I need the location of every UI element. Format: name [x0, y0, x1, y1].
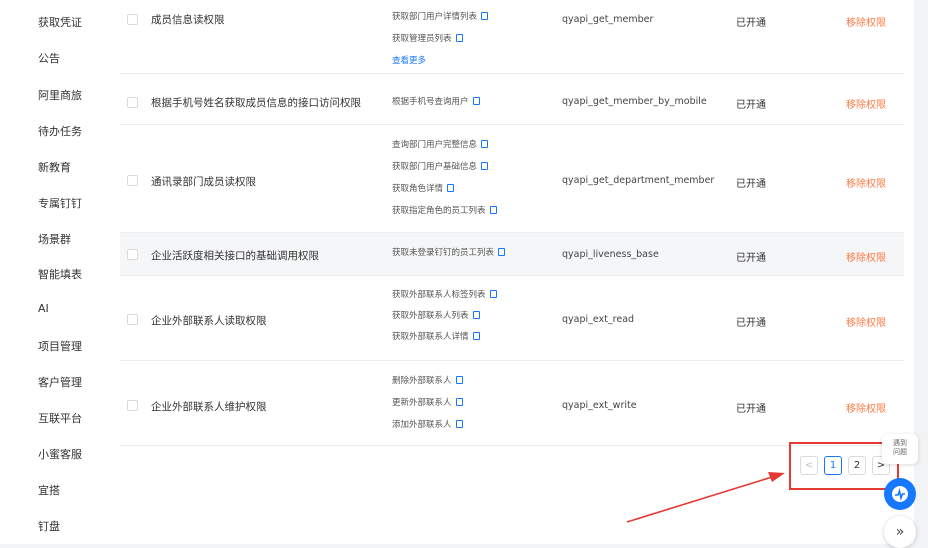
doc-icon[interactable] [498, 248, 506, 256]
remove-permission-button[interactable]: 移除权限 [846, 249, 886, 264]
row-checkbox[interactable] [127, 97, 138, 108]
table-row: 企业外部联系人维护权限 删除外部联系人 更新外部联系人 添加外部联系人 qyap… [120, 361, 904, 446]
table-row: 根据手机号姓名获取成员信息的接口访问权限 根据手机号查询用户 qyapi_get… [120, 74, 904, 125]
view-more-link[interactable]: 查看更多 [392, 54, 426, 66]
sidebar-item-scene-group[interactable]: 场景群 [38, 231, 71, 247]
row-checkbox[interactable] [127, 14, 138, 25]
permission-code: qyapi_get_member_by_mobile [562, 96, 707, 107]
api-item[interactable]: 获取部门用户详情列表 [392, 10, 489, 22]
status-text: 已开通 [736, 18, 766, 29]
api-item[interactable]: 获取外部联系人详情 [392, 330, 480, 342]
status-text: 已开通 [736, 100, 766, 111]
expand-button[interactable]: » [884, 516, 916, 548]
sidebar-item-todo[interactable]: 待办任务 [38, 123, 82, 139]
api-item[interactable]: 获取外部联系人列表 [392, 309, 480, 321]
doc-icon[interactable] [481, 162, 489, 170]
help-float-button[interactable]: 遇到 问题 [882, 434, 918, 464]
sidebar-item-ali-travel[interactable]: 阿里商旅 [38, 87, 82, 103]
doc-icon[interactable] [447, 184, 455, 192]
sidebar-item-customer-management[interactable]: 客户管理 [38, 374, 82, 390]
permission-code: qyapi_liveness_base [562, 249, 659, 260]
permission-name: 企业外部联系人维护权限 [151, 401, 267, 413]
remove-permission-button[interactable]: 移除权限 [846, 96, 886, 111]
doc-icon[interactable] [489, 290, 497, 298]
api-item[interactable]: 获取未登录钉钉的员工列表 [392, 246, 506, 258]
doc-icon[interactable] [481, 12, 489, 20]
sidebar-item-exclusive-dingtalk[interactable]: 专属钉钉 [38, 195, 82, 211]
doc-icon[interactable] [489, 206, 497, 214]
row-checkbox[interactable] [127, 175, 138, 186]
table-row: 通讯录部门成员读权限 查询部门用户完整信息 获取部门用户基础信息 获取角色详情 … [120, 125, 904, 233]
sidebar-item-project-management[interactable]: 项目管理 [38, 338, 82, 354]
remove-permission-button[interactable]: 移除权限 [846, 314, 886, 329]
doc-icon[interactable] [455, 398, 463, 406]
doc-icon[interactable] [455, 376, 463, 384]
help-label-line2: 问题 [893, 448, 907, 456]
row-checkbox[interactable] [127, 400, 138, 411]
api-item[interactable]: 添加外部联系人 [392, 418, 463, 430]
permission-name: 根据手机号姓名获取成员信息的接口访问权限 [151, 97, 361, 109]
sidebar-item-xiaomi-service[interactable]: 小蜜客服 [38, 446, 82, 462]
doc-icon[interactable] [472, 311, 480, 319]
permission-code: qyapi_ext_write [562, 400, 637, 411]
doc-icon[interactable] [455, 420, 463, 428]
sidebar-item-education[interactable]: 新教育 [38, 159, 71, 175]
remove-permission-button[interactable]: 移除权限 [846, 14, 886, 29]
table-row: 企业外部联系人读取权限 获取外部联系人标签列表 获取外部联系人列表 获取外部联系… [120, 276, 904, 361]
doc-icon[interactable] [472, 332, 480, 340]
api-item[interactable]: 根据手机号查询用户 [392, 95, 480, 107]
api-item[interactable]: 获取角色详情 [392, 182, 455, 194]
doc-icon[interactable] [455, 34, 463, 42]
status-text: 已开通 [736, 253, 766, 264]
permission-code: qyapi_get_member [562, 14, 654, 25]
table-row: 成员信息读权限 获取部门用户详情列表 获取管理员列表 查看更多 qyapi_ge… [120, 0, 904, 74]
doc-icon[interactable] [481, 140, 489, 148]
sidebar-item-ai[interactable]: AI [38, 302, 49, 315]
sidebar-item-get-credential[interactable]: 获取凭证 [38, 14, 82, 30]
assistant-bot-button[interactable] [884, 478, 916, 510]
sidebar: 获取凭证 公告 阿里商旅 待办任务 新教育 专属钉钉 场景群 智能填表 AI 项… [0, 0, 106, 544]
remove-permission-button[interactable]: 移除权限 [846, 400, 886, 415]
remove-permission-button[interactable]: 移除权限 [846, 175, 886, 190]
row-checkbox[interactable] [127, 249, 138, 260]
sidebar-item-interconnect-platform[interactable]: 互联平台 [38, 410, 82, 426]
status-text: 已开通 [736, 404, 766, 415]
row-checkbox[interactable] [127, 314, 138, 325]
permission-name: 企业活跃度相关接口的基础调用权限 [151, 250, 319, 262]
api-item[interactable]: 删除外部联系人 [392, 374, 463, 386]
assistant-icon [892, 486, 908, 502]
permission-name: 成员信息读权限 [151, 14, 225, 26]
sidebar-item-yida[interactable]: 宜搭 [38, 482, 60, 498]
status-text: 已开通 [736, 318, 766, 329]
api-item[interactable]: 更新外部联系人 [392, 396, 463, 408]
api-item[interactable]: 查询部门用户完整信息 [392, 138, 489, 150]
table-row: 企业活跃度相关接口的基础调用权限 获取未登录钉钉的员工列表 qyapi_live… [120, 233, 904, 276]
sidebar-item-dingpan[interactable]: 钉盘 [38, 518, 60, 534]
doc-icon[interactable] [472, 97, 480, 105]
status-text: 已开通 [736, 179, 766, 190]
api-item[interactable]: 获取指定角色的员工列表 [392, 204, 497, 216]
permission-name: 企业外部联系人读取权限 [151, 315, 267, 327]
sidebar-item-smart-form[interactable]: 智能填表 [38, 266, 82, 282]
permission-code: qyapi_get_department_member [562, 175, 715, 186]
api-item[interactable]: 获取外部联系人标签列表 [392, 288, 497, 300]
sidebar-item-announcement[interactable]: 公告 [38, 50, 60, 66]
api-item[interactable]: 获取管理员列表 [392, 32, 463, 44]
permission-code: qyapi_ext_read [562, 314, 635, 325]
api-item[interactable]: 获取部门用户基础信息 [392, 160, 489, 172]
help-label-line1: 遇到 [893, 439, 907, 447]
permission-name: 通讯录部门成员读权限 [151, 176, 256, 188]
